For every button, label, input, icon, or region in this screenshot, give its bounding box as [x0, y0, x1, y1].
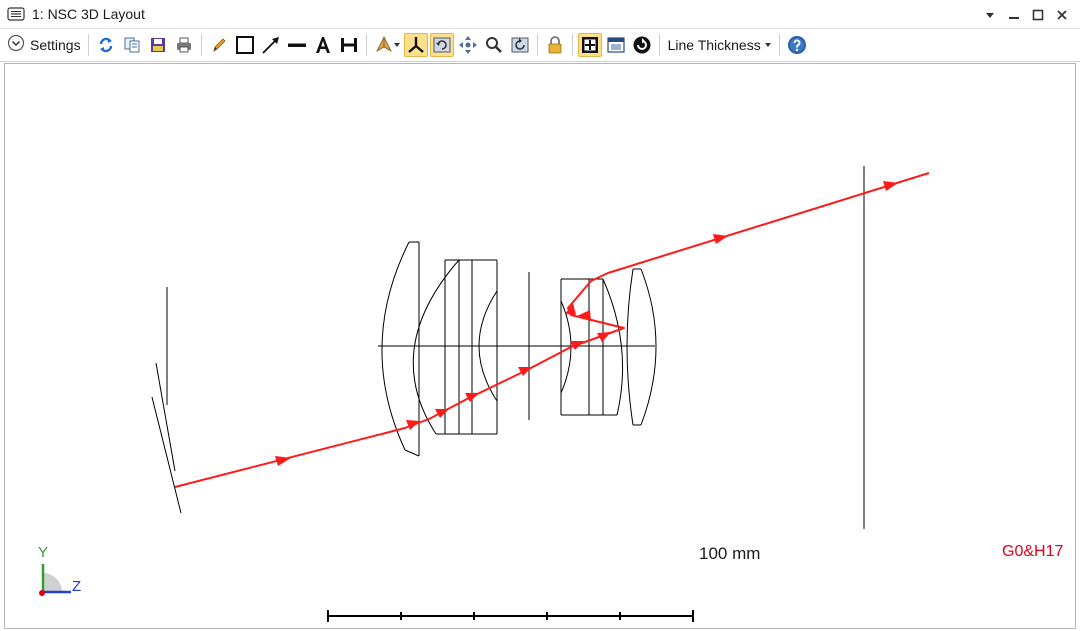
scale-bar-label: 100 mm: [699, 544, 761, 563]
settings-label: Settings: [30, 37, 81, 53]
copy-button[interactable]: [120, 33, 144, 57]
configuration-label: G0&H17: [1002, 543, 1064, 560]
copy-icon: [124, 37, 140, 53]
pencil-icon: [212, 38, 226, 52]
fit-view-button[interactable]: [429, 33, 454, 57]
dimension-button[interactable]: [337, 33, 361, 57]
layout-canvas[interactable]: Y Z: [4, 63, 1076, 629]
close-icon[interactable]: [1052, 5, 1072, 25]
lens-4-back-surface: [640, 268, 657, 426]
toolbar-separator: [571, 34, 573, 56]
lens-1-bottom-edge: [404, 449, 420, 457]
window-title: 1: NSC 3D Layout: [32, 6, 145, 22]
frame-icon: [581, 37, 598, 53]
save-button[interactable]: [146, 33, 170, 57]
layout-window-icon: [6, 4, 26, 24]
arrow-line-icon: [261, 37, 279, 54]
minimize-icon[interactable]: [1004, 5, 1024, 25]
ray-direction-arrow: [406, 420, 420, 430]
axis-label-z: Z: [72, 578, 81, 595]
frame-button[interactable]: [577, 33, 602, 57]
refresh-icon: [99, 37, 112, 53]
axis-origin: [39, 590, 45, 596]
text-icon: [315, 37, 330, 53]
refresh-button[interactable]: [94, 33, 118, 57]
window-icon: [606, 37, 625, 53]
axis-label-y: Y: [38, 544, 48, 561]
line-thickness-label: Line Thickness: [667, 37, 761, 53]
lens-4-front-surface: [626, 268, 634, 426]
print-button[interactable]: [172, 33, 196, 57]
toolbar-separator: [87, 34, 89, 56]
window-titlebar: 1: NSC 3D Layout: [0, 0, 1080, 29]
help-icon: [787, 36, 806, 54]
pencil-button[interactable]: [207, 33, 231, 57]
ray-path: [174, 172, 930, 488]
toolbar-separator: [536, 34, 538, 56]
ray-direction-arrow: [435, 409, 449, 418]
stop-button[interactable]: [630, 33, 654, 57]
rectangle-icon: [235, 36, 254, 54]
stop-icon: [633, 36, 651, 54]
line-button[interactable]: [285, 33, 309, 57]
toolbar-separator: [658, 34, 660, 56]
settings-button[interactable]: Settings: [4, 32, 84, 58]
optical-layout-plot: Y Z: [38, 166, 930, 622]
window-button[interactable]: [604, 33, 628, 57]
lock-button[interactable]: [543, 33, 567, 57]
fold-mirror-segment: [155, 362, 176, 472]
lock-icon: [548, 36, 561, 54]
toolbar-separator: [778, 34, 780, 56]
fit-view-icon: [433, 37, 451, 53]
pan-icon: [458, 36, 477, 54]
lens-3-back-surface: [602, 278, 624, 416]
reset-view-icon: [511, 37, 529, 53]
rotate-view-icon: [375, 36, 400, 53]
axis-triad: Y Z: [38, 544, 81, 596]
layout-toolbar: Settings Line Thickness: [0, 29, 1080, 62]
zoom-icon: [485, 37, 502, 53]
scale-bar: [327, 610, 694, 622]
ray-direction-arrow: [577, 310, 591, 321]
pan-button[interactable]: [456, 33, 480, 57]
save-icon: [150, 38, 165, 52]
window-controls: [980, 0, 1072, 29]
help-button[interactable]: [785, 33, 809, 57]
maximize-icon[interactable]: [1028, 5, 1048, 25]
axes-icon: [407, 37, 424, 53]
zoom-button[interactable]: [482, 33, 506, 57]
toolbar-separator: [200, 34, 202, 56]
rectangle-button[interactable]: [233, 33, 257, 57]
chevron-down-circle-icon: [7, 34, 25, 57]
axis-triad-quadrant: [43, 573, 62, 592]
arrow-line-button[interactable]: [259, 33, 283, 57]
line-icon: [287, 43, 306, 47]
text-button[interactable]: [311, 33, 335, 57]
toolbar-separator: [365, 34, 367, 56]
ray-direction-arrow: [518, 367, 532, 376]
dimension-icon: [340, 38, 357, 52]
reset-view-button[interactable]: [508, 33, 532, 57]
axes-button[interactable]: [403, 33, 428, 57]
line-thickness-dropdown[interactable]: Line Thickness: [664, 33, 775, 57]
fold-mirror-segment: [151, 396, 182, 514]
window-menu-dropdown-icon[interactable]: [980, 5, 1000, 25]
chevron-down-icon: [764, 43, 771, 47]
rotate-view-button[interactable]: [372, 33, 402, 57]
print-icon: [176, 37, 191, 53]
